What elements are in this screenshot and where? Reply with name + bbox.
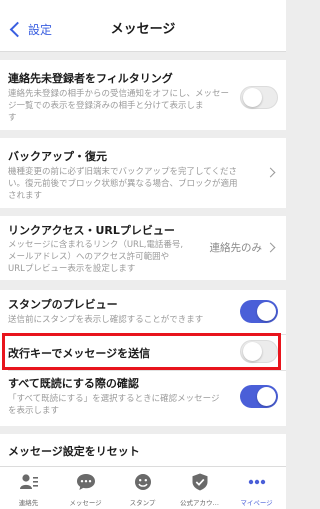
tab-contacts[interactable]: 連絡先 bbox=[0, 467, 57, 509]
link-preview-desc-line-2: メールアドレス）へのアクセス許可範囲や bbox=[8, 252, 170, 262]
tab-label: スタンプ bbox=[129, 499, 156, 507]
stamp-preview-toggle[interactable] bbox=[240, 300, 278, 323]
mypage-icon bbox=[248, 479, 265, 485]
backup-title: バックアップ・復元 bbox=[8, 150, 107, 163]
page-title: メッセージ bbox=[110, 22, 176, 37]
chevron-right-icon bbox=[265, 242, 276, 253]
reset-title: メッセージ設定をリセット bbox=[8, 445, 140, 458]
backup-desc-line-3: されます bbox=[8, 191, 43, 201]
link-preview-desc-line-1: メッセージに含まれるリンク（URL,電話番号, bbox=[8, 240, 184, 250]
tab-label: マイページ bbox=[240, 499, 273, 507]
tab-label: 連絡先 bbox=[18, 499, 39, 507]
toggle-knob bbox=[257, 387, 276, 406]
stamp-icon bbox=[134, 474, 151, 490]
toggle-knob bbox=[257, 302, 276, 321]
tab-label: 公式アカウ… bbox=[180, 499, 219, 507]
stamp-preview-desc: 送信前にスタンプを表示し確認することができます bbox=[8, 315, 204, 325]
link-preview-value: 連絡先のみ bbox=[209, 242, 263, 254]
tab-message[interactable]: メッセージ bbox=[57, 467, 114, 509]
mark-all-read-title: すべて既読にする際の確認 bbox=[8, 377, 139, 390]
filter-row: 連絡先未登録者をフィルタリング 連絡先未登録の相手からの受信通知をオフにし、メッ… bbox=[0, 60, 286, 130]
stamp-preview-row: スタンプのプレビュー 送信前にスタンプを表示し確認することができます bbox=[0, 290, 286, 334]
filter-desc-line-1: 連絡先未登録の相手からの受信通知をオフにし、メッセー bbox=[8, 89, 230, 99]
tab-official-account[interactable]: 公式アカウ… bbox=[171, 467, 228, 509]
stamp-preview-title: スタンプのプレビュー bbox=[8, 298, 118, 311]
filter-desc-line-3: す bbox=[8, 113, 17, 123]
tab-label: メッセージ bbox=[69, 499, 102, 507]
tab-bar: 連絡先 メッセージ スタンプ 公式アカウ… マイページ bbox=[0, 466, 286, 509]
settings-group-filter: 連絡先未登録者をフィルタリング 連絡先未登録の相手からの受信通知をオフにし、メッ… bbox=[0, 60, 286, 130]
filter-toggle[interactable] bbox=[240, 86, 278, 109]
contacts-icon bbox=[19, 474, 38, 489]
link-preview-desc-line-3: URLプレビュー表示を設定します bbox=[8, 264, 136, 274]
backup-row[interactable]: バックアップ・復元 機種変更の前に必ず旧端末でバックアップを完了してくださ い。… bbox=[0, 138, 286, 208]
reset-row[interactable]: メッセージ設定をリセット bbox=[0, 434, 286, 466]
highlight-box bbox=[2, 333, 281, 370]
link-preview-row[interactable]: リンクアクセス・URLプレビュー メッセージに含まれるリンク（URL,電話番号,… bbox=[0, 216, 286, 280]
tab-mypage[interactable]: マイページ bbox=[228, 467, 285, 509]
chevron-right-icon bbox=[265, 167, 276, 178]
settings-group-link-preview: リンクアクセス・URLプレビュー メッセージに含まれるリンク（URL,電話番号,… bbox=[0, 216, 286, 280]
settings-group-reset: メッセージ設定をリセット bbox=[0, 434, 286, 466]
filter-title: 連絡先未登録者をフィルタリング bbox=[8, 72, 173, 85]
mark-all-read-desc-line-2: を表示します bbox=[8, 406, 60, 416]
mark-all-read-desc-line-1: 「すべて既読にする」を選択するときに確認メッセージ bbox=[8, 394, 220, 404]
official-account-icon bbox=[192, 473, 207, 491]
message-icon bbox=[76, 474, 95, 490]
navigation-bar: 設定 メッセージ bbox=[0, 0, 286, 52]
backup-desc-line-1: 機種変更の前に必ず旧端末でバックアップを完了してくださ bbox=[8, 167, 237, 177]
link-preview-title: リンクアクセス・URLプレビュー bbox=[8, 224, 175, 237]
mark-all-read-row: すべて既読にする際の確認 「すべて既読にする」を選択するときに確認メッセージ を… bbox=[0, 371, 286, 426]
settings-group-backup: バックアップ・復元 機種変更の前に必ず旧端末でバックアップを完了してくださ い。… bbox=[0, 138, 286, 208]
filter-desc-line-2: ジ一覧での表示を登録済みの相手と分けて表示しま bbox=[8, 101, 204, 111]
toggle-knob bbox=[243, 88, 262, 107]
mark-all-read-toggle[interactable] bbox=[240, 385, 278, 408]
backup-desc-line-2: い。復元前後でブロック状態が異なる場合、ブロックが適用 bbox=[8, 179, 238, 189]
tab-stamp[interactable]: スタンプ bbox=[114, 467, 171, 509]
